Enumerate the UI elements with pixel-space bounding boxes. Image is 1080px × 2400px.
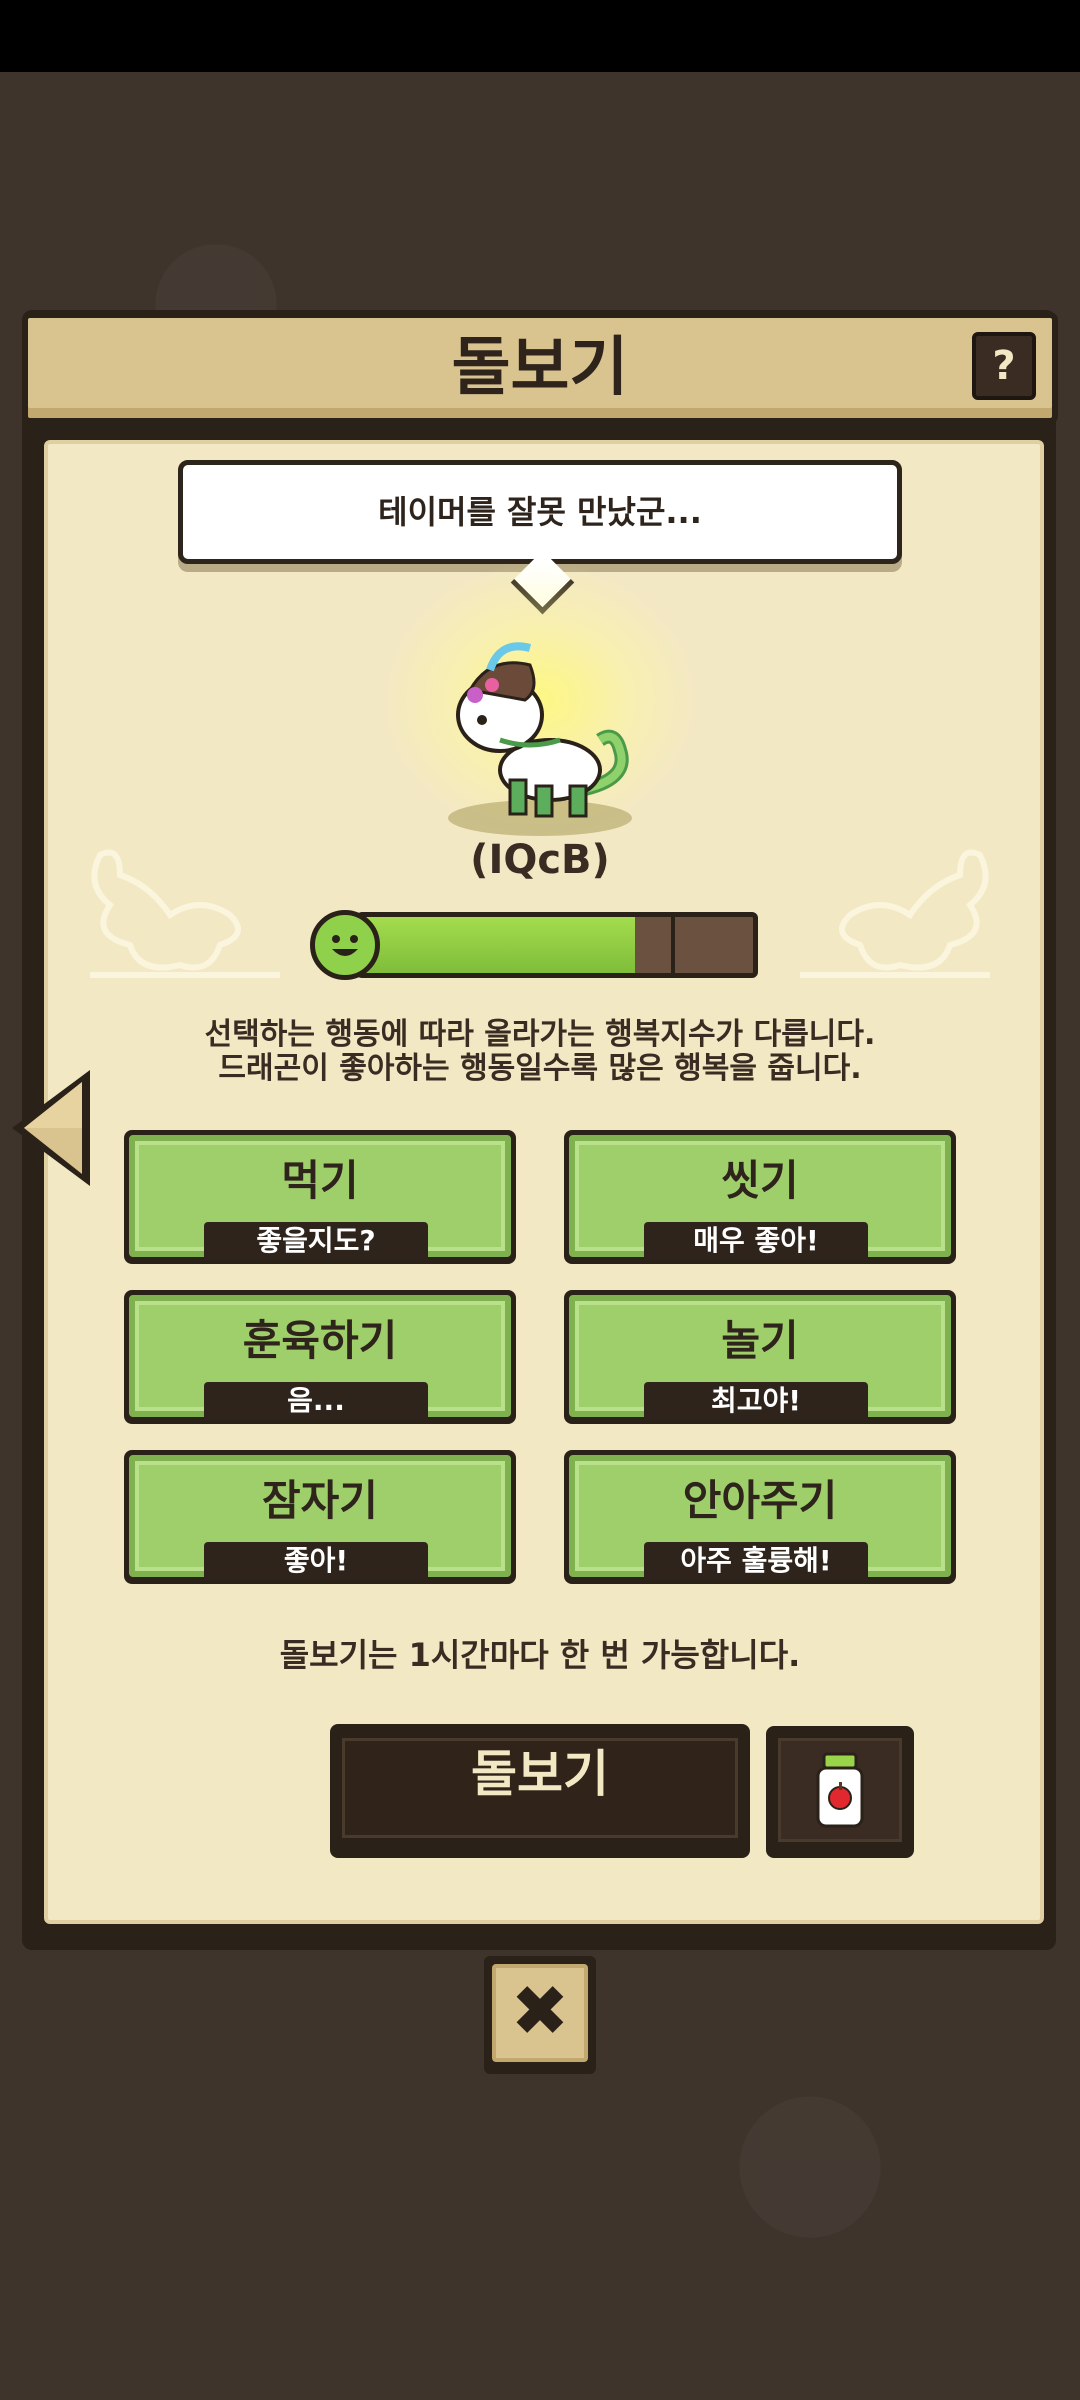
care-description: 선택하는 행동에 따라 올라가는 행복지수가 다릅니다. 드래곤이 좋아하는 행…	[120, 1018, 960, 1086]
item-jar-button[interactable]	[766, 1726, 914, 1858]
pet-name: (IQcB)	[470, 837, 610, 883]
action-label: 잠자기	[262, 1476, 378, 1525]
description-line-2: 드래곤이 좋아하는 행동일수록 많은 행복을 줍니다.	[218, 1051, 862, 1086]
action-button-eat[interactable]: 먹기 좋을지도?	[124, 1130, 516, 1264]
action-label: 놀기	[721, 1316, 799, 1365]
action-reaction: 아주 훌륭해!	[644, 1542, 868, 1580]
care-cooldown-info: 돌보기는 1시간마다 한 번 가능합니다.	[279, 1636, 801, 1674]
action-reaction: 음...	[204, 1382, 428, 1420]
action-button-discipline[interactable]: 훈육하기 음...	[124, 1290, 516, 1424]
page-title: 돌보기	[451, 331, 629, 405]
previous-arrow-icon[interactable]	[6, 1066, 96, 1190]
action-label: 먹기	[281, 1156, 359, 1205]
close-button[interactable]: ✖	[484, 1956, 596, 2074]
speech-bubble: 테이머를 잘못 만났군...	[178, 460, 902, 564]
happiness-bar	[356, 912, 758, 978]
apple-jar-icon	[816, 1752, 864, 1828]
leaf-ornament-left	[90, 849, 280, 978]
action-label: 씻기	[721, 1156, 799, 1205]
description-line-1: 선택하는 행동에 따라 올라가는 행복지수가 다릅니다.	[204, 1017, 876, 1052]
action-button-play[interactable]: 놀기 최고야!	[564, 1290, 956, 1424]
action-reaction: 최고야!	[644, 1382, 868, 1420]
speech-text: 테이머를 잘못 만났군...	[378, 493, 702, 531]
help-button[interactable]: ?	[972, 332, 1036, 400]
smiley-icon	[310, 910, 380, 980]
action-label: 안아주기	[682, 1476, 838, 1525]
care-button[interactable]: 돌보기	[330, 1724, 750, 1858]
action-button-hug[interactable]: 안아주기 아주 훌륭해!	[564, 1450, 956, 1584]
action-label: 훈육하기	[242, 1316, 398, 1365]
title-bar: 돌보기	[22, 312, 1058, 424]
action-reaction: 좋아!	[204, 1542, 428, 1580]
leaf-ornament-right	[800, 849, 990, 978]
status-bar	[0, 0, 1080, 72]
action-button-wash[interactable]: 씻기 매우 좋아!	[564, 1130, 956, 1264]
close-icon: ✖	[492, 1964, 588, 2062]
care-button-label: 돌보기	[471, 1745, 609, 1803]
happiness-divider	[671, 917, 675, 973]
action-reaction: 좋을지도?	[204, 1222, 428, 1260]
happiness-fill	[361, 917, 636, 973]
action-button-sleep[interactable]: 잠자기 좋아!	[124, 1450, 516, 1584]
action-reaction: 매우 좋아!	[644, 1222, 868, 1260]
dragon-sprite	[448, 642, 632, 836]
